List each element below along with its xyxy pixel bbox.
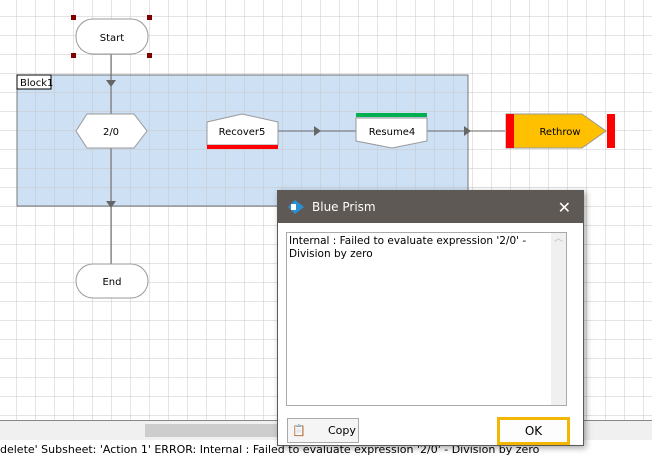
close-icon[interactable]: ✕ xyxy=(558,198,571,217)
svg-text:Rethrow: Rethrow xyxy=(539,127,580,138)
ok-label: OK xyxy=(524,424,543,438)
svg-text:Resume4: Resume4 xyxy=(369,127,415,138)
error-message: Internal : Failed to evaluate expression… xyxy=(289,235,527,260)
copy-button[interactable]: 📋 Copy xyxy=(287,418,359,443)
svg-text:Recover5: Recover5 xyxy=(219,127,266,138)
svg-text:End: End xyxy=(102,277,121,288)
recover-node[interactable]: Recover5 xyxy=(206,113,279,149)
error-dialog: Blue Prism ✕ Internal : Failed to evalua… xyxy=(277,190,584,446)
copy-icon: 📋 xyxy=(292,424,306,437)
svg-text:2/0: 2/0 xyxy=(103,127,119,138)
ok-button[interactable]: OK xyxy=(497,417,570,445)
resume-node[interactable]: Resume4 xyxy=(355,113,428,149)
error-message-box[interactable]: Internal : Failed to evaluate expression… xyxy=(286,232,567,406)
blue-prism-logo-icon xyxy=(288,200,304,214)
dialog-titlebar[interactable]: Blue Prism ✕ xyxy=(278,191,583,223)
block-label: Block1 xyxy=(20,78,53,89)
calculation-node[interactable]: 2/0 xyxy=(75,113,148,149)
end-node[interactable]: End xyxy=(75,263,149,299)
copy-label: Copy xyxy=(328,424,356,437)
vertical-scrollbar[interactable]: ︿ xyxy=(551,233,566,405)
dialog-title: Blue Prism xyxy=(312,200,376,214)
svg-text:Start: Start xyxy=(100,33,125,44)
